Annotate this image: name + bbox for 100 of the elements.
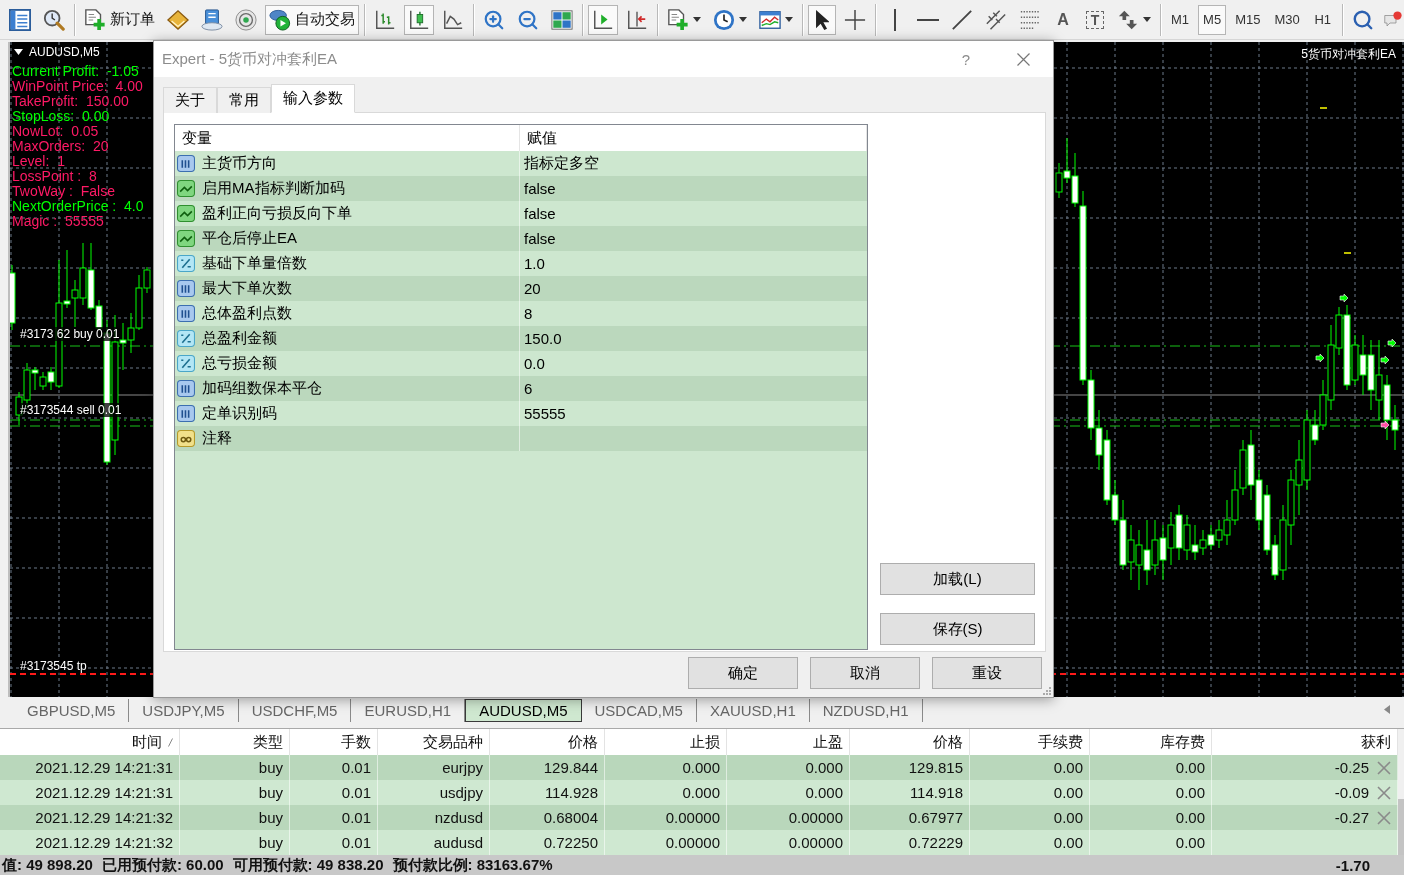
table-cell: buy [258, 759, 283, 776]
table-cell: 0.72250 [543, 834, 598, 851]
zoom-out-icon [517, 8, 539, 31]
play-circle-icon [269, 8, 291, 31]
chart-shift-button[interactable] [588, 4, 618, 35]
table-cell: 0.72229 [908, 834, 963, 851]
chart-tab[interactable]: USDJPY,M5 [129, 699, 239, 722]
dialog-button[interactable]: 确定 [688, 657, 798, 689]
indicator-text: LossPoint : 8 [12, 169, 97, 184]
param-value: 0.0 [523, 354, 546, 374]
chart-tab[interactable]: USDCHF,M5 [238, 699, 352, 722]
document-plus-icon [84, 8, 106, 31]
text-tool-button[interactable]: A [1049, 4, 1077, 35]
dropdown-triangle-icon [14, 49, 23, 55]
timeframe-button[interactable]: H1 [1308, 4, 1337, 35]
magnifier-clock-icon [43, 8, 65, 31]
param-row[interactable]: 注释 [175, 426, 867, 451]
status-text: 已用预付款: 60.00 [101, 855, 224, 875]
param-value: 8 [523, 304, 534, 324]
param-value: 指标定多空 [523, 153, 600, 173]
param-value: false [523, 229, 557, 249]
table-cell: 0.000 [805, 759, 843, 776]
chart-tab[interactable]: GBPUSD,M5 [14, 699, 130, 722]
param-name: 加码组数保本平仓 [202, 379, 322, 398]
table-cell: 129.815 [908, 759, 963, 776]
chart-symbol: AUDUSD,M5 [29, 45, 100, 59]
chart-tab[interactable]: AUDUSD,M5 [465, 699, 582, 722]
new-order-button[interactable]: 新订单 [80, 4, 159, 35]
table-cell: 0.00 [1053, 784, 1083, 801]
tally-marks-icon [177, 405, 195, 422]
arrow-marker-icon [1380, 355, 1390, 365]
table-cell: buy [258, 784, 283, 801]
tally-marks-icon [177, 155, 195, 172]
order-label: #3173545 tp [20, 659, 87, 673]
close-icon[interactable] [1377, 785, 1391, 800]
help-button[interactable]: ? [951, 44, 981, 74]
timeframe-button[interactable]: M15 [1230, 4, 1266, 35]
signal-icon [235, 8, 257, 31]
param-name: 盈利正向亏损反向下单 [202, 204, 352, 223]
table-cell: audusd [433, 834, 483, 851]
dialog-button[interactable]: 重设 [932, 657, 1042, 689]
chart-tab[interactable]: XAUUSD,H1 [696, 699, 810, 722]
slash-icon [177, 255, 195, 272]
table-cell: 0.00000 [665, 834, 720, 851]
param-row[interactable]: 总盈利金额 150.0 [175, 326, 867, 351]
scroll-left-icon[interactable] [1384, 705, 1390, 714]
cursor-button[interactable] [808, 4, 836, 35]
dialog-tab[interactable]: 输入参数 [271, 84, 355, 113]
timeframe-button[interactable]: M30 [1269, 4, 1305, 35]
param-row[interactable]: 启用MA指标判断加码 false [175, 176, 867, 201]
dialog-tab[interactable]: 关于 [163, 87, 217, 113]
chart-tab[interactable]: USDCAD,M5 [581, 699, 697, 722]
status-text: 预付款比例: 83163.67% [392, 855, 553, 875]
chart-tab[interactable]: NZDUSD,H1 [809, 699, 923, 722]
resize-grip-icon[interactable] [1043, 687, 1051, 695]
candlestick-icon [408, 8, 430, 31]
dash-marker [1319, 107, 1328, 109]
dialog-button[interactable]: 取消 [810, 657, 920, 689]
dialog-tab[interactable]: 常用 [217, 87, 271, 113]
indicator-text: NowLot: 0.05 [12, 124, 99, 139]
timeframe-button[interactable]: M1 [1166, 4, 1195, 35]
server-icon [201, 8, 223, 31]
zigzag-icon [177, 180, 195, 197]
timeframe-button[interactable]: M5 [1198, 4, 1227, 35]
param-value: false [523, 179, 557, 199]
dialog-title: Expert - 5货币对冲套利EA [162, 49, 338, 69]
param-name: 启用MA指标判断加码 [202, 179, 345, 198]
side-button[interactable]: 加载(L) [880, 563, 1035, 595]
side-button[interactable]: 保存(S) [880, 613, 1035, 645]
param-row[interactable]: 加码组数保本平仓 6 [175, 376, 867, 401]
rings-icon [177, 430, 195, 447]
param-name: 定单识别码 [202, 404, 277, 423]
param-name: 基础下单量倍数 [202, 254, 307, 273]
trade-row[interactable]: 2021.12.29 14:21:31 buy 0.01 eurjpy 129.844 0.000 0.000 129.815 0.00 0.00 -0.25 [0, 755, 1398, 780]
table-cell: -0.27 [1334, 809, 1369, 826]
table-cell: 0.00000 [665, 809, 720, 826]
table-cell: 2021.12.29 14:21:32 [35, 834, 173, 851]
arrow-marker-icon [1339, 293, 1349, 303]
param-value: 6 [523, 379, 534, 399]
auto-trading-button[interactable]: 自动交易 [265, 4, 359, 35]
crosshair-icon [844, 8, 866, 31]
trade-row[interactable]: 2021.12.29 14:21:32 buy 0.01 nzdusd 0.68004 0.00000 0.00000 0.67977 0.00 0.00 -0.27 [0, 805, 1398, 830]
indicator-text: Current Profit: -1.05 [12, 64, 139, 79]
param-row[interactable]: 平仓后停止EA false [175, 226, 867, 251]
arrow-marker-icon [1315, 353, 1325, 363]
candlestick-chart-button[interactable] [404, 4, 434, 35]
scrollbar-thumb[interactable] [1398, 799, 1404, 855]
param-row[interactable]: 最大下单次数 20 [175, 276, 867, 301]
table-cell: 0.00 [1175, 834, 1205, 851]
arrows-icon [1117, 8, 1139, 31]
param-name: 总盈利金额 [202, 329, 277, 348]
trade-row[interactable]: 2021.12.29 14:21:32 buy 0.01 audusd 0.72250 0.00000 0.00000 0.72229 0.00 0.00 [0, 830, 1398, 855]
horizontal-line-icon [917, 17, 939, 22]
table-cell: buy [258, 809, 283, 826]
table-cell: -0.09 [1334, 784, 1369, 801]
param-name: 最大下单次数 [202, 279, 292, 298]
indicator-text: Magic : 55555 [12, 214, 104, 229]
text-label-button[interactable]: T [1081, 4, 1109, 35]
table-cell: 0.01 [341, 834, 371, 851]
trade-row[interactable]: 2021.12.29 14:21:31 buy 0.01 usdjpy 114.928 0.000 0.000 114.918 0.00 0.00 -0.09 [0, 780, 1398, 805]
